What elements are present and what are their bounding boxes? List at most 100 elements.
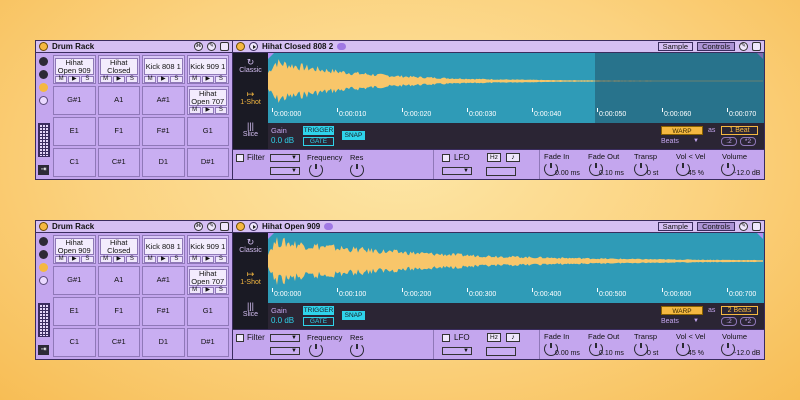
save-icon[interactable] <box>220 42 229 51</box>
pad-mute-button[interactable]: M <box>188 76 201 83</box>
sample-end-marker[interactable] <box>757 233 763 239</box>
res-knob[interactable] <box>350 163 364 177</box>
double-tempo-button[interactable]: *2 <box>740 137 756 146</box>
drum-pad[interactable]: Hihat Open 909 M ▶ S <box>53 235 96 264</box>
gate-button[interactable]: GATE <box>303 137 334 146</box>
drum-pad[interactable]: C#1 <box>97 148 140 177</box>
pad-solo-button[interactable]: S <box>214 76 228 83</box>
pad-solo-button[interactable]: S <box>214 256 228 263</box>
tab-sample[interactable]: Sample <box>657 42 694 51</box>
pad-solo-button[interactable]: S <box>81 256 94 263</box>
pad-solo-button[interactable]: S <box>125 256 139 263</box>
drum-pad[interactable]: Hihat Closed M ▶ S <box>97 55 140 84</box>
drum-pad[interactable]: Hihat Open 909 M ▶ S <box>53 55 96 84</box>
show-devices-icon[interactable] <box>39 96 48 105</box>
power-icon[interactable] <box>39 222 48 231</box>
chevron-down-icon[interactable]: ▼ <box>693 318 699 324</box>
save-icon[interactable] <box>752 222 761 231</box>
filter-type-select[interactable]: ▼ <box>270 334 300 342</box>
filter-slope-select[interactable]: ▼ <box>270 167 300 175</box>
pad-mute-button[interactable]: M <box>144 76 157 83</box>
filter-toggle[interactable] <box>236 154 244 162</box>
drum-pad[interactable]: Hihat Closed M ▶ S <box>97 235 140 264</box>
pad-play-button[interactable]: ▶ <box>201 256 214 263</box>
power-icon[interactable] <box>236 222 245 231</box>
show-macros-icon[interactable] <box>39 237 48 246</box>
drum-pad[interactable]: D#1 <box>186 328 229 357</box>
power-icon[interactable] <box>236 42 245 51</box>
lfo-sync-button[interactable]: ♪ <box>506 153 520 162</box>
pad-solo-button[interactable]: S <box>170 76 183 83</box>
filter-toggle[interactable] <box>236 334 244 342</box>
drum-pad[interactable]: F1 <box>97 297 140 326</box>
transpose-knob[interactable] <box>634 342 648 356</box>
drum-pad[interactable]: C#1 <box>97 328 140 357</box>
lfo-rate-field[interactable] <box>486 167 516 176</box>
tab-sample[interactable]: Sample <box>657 222 694 231</box>
power-icon[interactable] <box>39 42 48 51</box>
rack-settings-icon[interactable]: ✎ <box>207 42 216 51</box>
pad-play-button[interactable]: ▶ <box>157 256 170 263</box>
drum-pad[interactable]: F#1 <box>142 117 185 146</box>
show-pads-icon[interactable] <box>39 263 48 272</box>
sample-start-marker[interactable] <box>268 233 274 239</box>
volume-knob[interactable] <box>721 342 735 356</box>
tab-controls[interactable]: Controls <box>697 42 735 51</box>
drum-pad[interactable]: Kick 808 1 M ▶ S <box>142 235 185 264</box>
warp-beats-value[interactable]: 1 Beat <box>721 126 758 135</box>
pad-mute-button[interactable]: M <box>99 256 112 263</box>
mode-slice[interactable]: ||| Slice <box>233 117 268 149</box>
show-macros-icon[interactable] <box>39 57 48 66</box>
gain-value[interactable]: 0.0 dB <box>271 316 294 325</box>
pad-solo-button[interactable]: S <box>214 107 228 114</box>
double-tempo-button[interactable]: *2 <box>740 317 756 326</box>
filter-slope-select[interactable]: ▼ <box>270 347 300 355</box>
save-icon[interactable] <box>220 222 229 231</box>
lfo-waveform-select[interactable]: ▼ <box>442 167 472 175</box>
drum-pad[interactable]: F#1 <box>142 297 185 326</box>
pad-mute-button[interactable]: M <box>188 256 201 263</box>
pad-mute-button[interactable]: M <box>99 76 112 83</box>
drum-pad[interactable]: Hihat Open 707 M ▶ S <box>186 266 229 295</box>
show-chains-icon[interactable] <box>39 250 48 259</box>
drum-pad[interactable]: A#1 <box>142 266 185 295</box>
mode-one-shot[interactable]: ↦ 1-Shot <box>233 85 268 117</box>
drum-pad[interactable]: Kick 909 1 M ▶ S <box>186 235 229 264</box>
lfo-toggle[interactable] <box>442 334 450 342</box>
gate-button[interactable]: GATE <box>303 317 334 326</box>
tab-controls[interactable]: Controls <box>697 222 735 231</box>
sample-start-marker[interactable] <box>268 53 274 59</box>
gain-value[interactable]: 0.0 dB <box>271 136 294 145</box>
mode-classic[interactable]: ↻ Classic <box>233 233 268 265</box>
drum-pad[interactable]: Kick 909 1 M ▶ S <box>186 55 229 84</box>
rack-preset-icon[interactable]: ⌘ <box>194 222 203 231</box>
pad-overview-grid[interactable] <box>38 123 50 157</box>
lfo-hz-button[interactable]: Hz <box>487 333 501 342</box>
preview-play-icon[interactable] <box>249 222 258 231</box>
lfo-toggle[interactable] <box>442 154 450 162</box>
snap-button[interactable]: SNAP <box>342 131 365 140</box>
halve-tempo-button[interactable]: :2 <box>721 317 737 326</box>
warp-mode-label[interactable]: Beats <box>661 138 679 145</box>
drum-pad[interactable]: E1 <box>53 117 96 146</box>
show-devices-icon[interactable] <box>39 276 48 285</box>
drum-pad[interactable]: D1 <box>142 328 185 357</box>
pad-play-button[interactable]: ▶ <box>68 256 81 263</box>
mode-one-shot[interactable]: ↦ 1-Shot <box>233 265 268 297</box>
lfo-sync-button[interactable]: ♪ <box>506 333 520 342</box>
drum-pad[interactable]: G#1 <box>53 86 96 115</box>
pad-mute-button[interactable]: M <box>55 256 68 263</box>
drum-pad[interactable]: C1 <box>53 148 96 177</box>
frequency-knob[interactable] <box>309 163 323 177</box>
pad-mute-button[interactable]: M <box>188 107 201 114</box>
drum-pad[interactable]: Kick 808 1 M ▶ S <box>142 55 185 84</box>
pad-mute-button[interactable]: M <box>144 256 157 263</box>
transpose-knob[interactable] <box>634 162 648 176</box>
pad-play-button[interactable]: ▶ <box>201 287 214 294</box>
pad-mute-button[interactable]: M <box>188 287 201 294</box>
mode-slice[interactable]: ||| Slice <box>233 297 268 329</box>
trigger-button[interactable]: TRIGGER <box>303 306 334 315</box>
pad-solo-button[interactable]: S <box>170 256 183 263</box>
chevron-down-icon[interactable]: ▼ <box>693 138 699 144</box>
drum-pad[interactable]: A1 <box>97 86 140 115</box>
